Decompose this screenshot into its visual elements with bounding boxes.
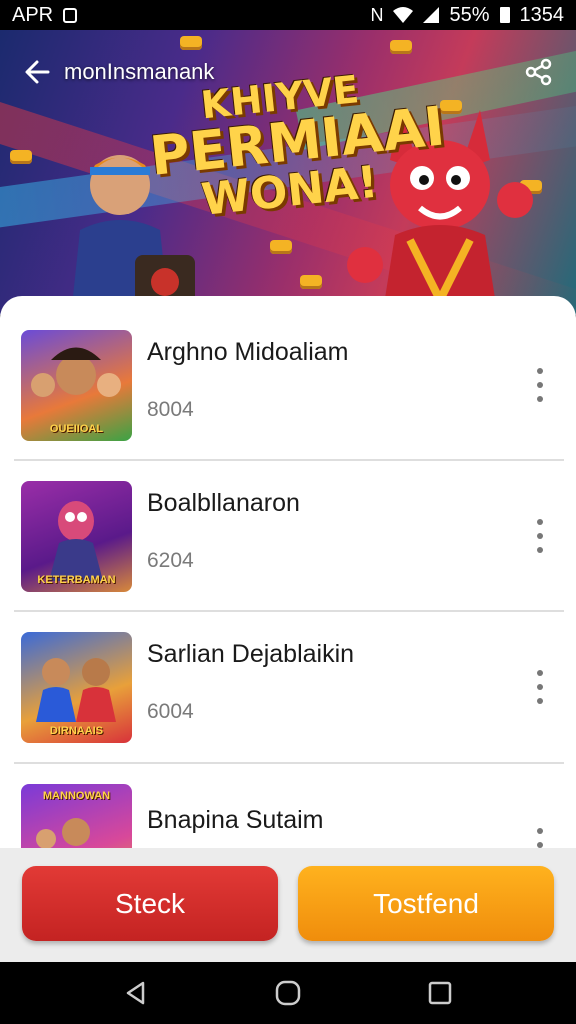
- item-subtitle: 6204: [147, 549, 194, 572]
- thumbnail-caption: MANNOWAN: [42, 790, 111, 802]
- game-list-sheet: OUEIIOAL Arghno Midoaliam 8004 KETERBAMA…: [0, 296, 576, 848]
- status-clock: 1354: [519, 3, 565, 26]
- divider: [14, 610, 564, 612]
- back-triangle-icon: [126, 981, 145, 1005]
- more-options-icon[interactable]: [530, 519, 550, 553]
- system-nav-bar: [0, 962, 576, 1024]
- game-thumbnail: OUEIIOAL: [21, 330, 132, 441]
- more-options-icon[interactable]: [530, 368, 550, 402]
- app-bar-title: monInsmanank: [64, 59, 215, 84]
- item-title: Sarlian Dejablaikin: [147, 640, 355, 668]
- battery-percent: 55%: [449, 3, 490, 26]
- notification-icon: [63, 7, 78, 23]
- app-bar: monInsmanank: [0, 50, 576, 94]
- game-thumbnail: DIRNAAIS: [21, 632, 132, 743]
- game-thumbnail: KETERBAMAN: [21, 481, 132, 592]
- more-options-icon[interactable]: [530, 670, 550, 704]
- thumbnail-caption: DIRNAAIS: [49, 725, 104, 737]
- stock-button[interactable]: Steck: [22, 866, 278, 941]
- recents-icon: [428, 981, 452, 1005]
- thumbnail-caption: KETERBAMAN: [37, 574, 116, 586]
- more-options-icon[interactable]: [530, 828, 550, 848]
- item-subtitle: 8004: [147, 398, 194, 421]
- game-thumbnail: MANNOWAN: [21, 784, 132, 848]
- wifi-icon: [393, 7, 414, 23]
- item-title: Bnapina Sutaim: [147, 806, 324, 834]
- test-button[interactable]: Tostfend: [298, 866, 554, 941]
- nav-home-button[interactable]: [268, 973, 308, 1013]
- item-title: Arghno Midoaliam: [147, 338, 349, 366]
- nav-recents-button[interactable]: [420, 973, 460, 1013]
- thumbnail-caption: OUEIIOAL: [49, 423, 104, 435]
- bottom-action-bar: Steck Tostfend: [0, 848, 576, 962]
- share-icon: [525, 58, 552, 86]
- home-icon: [275, 980, 301, 1006]
- nfc-icon: N: [370, 4, 384, 25]
- item-subtitle: 6004: [147, 700, 194, 723]
- status-bar: APR N 55% 1354: [0, 0, 576, 30]
- share-button[interactable]: [524, 57, 554, 87]
- divider: [14, 762, 564, 764]
- status-time-label: APR: [12, 3, 54, 26]
- back-arrow-icon: [25, 60, 50, 84]
- battery-icon: [499, 7, 510, 23]
- item-title: Boalbllanaron: [147, 489, 300, 517]
- back-button[interactable]: [22, 57, 52, 87]
- signal-icon: [423, 7, 440, 23]
- list-item[interactable]: MANNOWAN Bnapina Sutaim: [0, 784, 576, 848]
- nav-back-button[interactable]: [116, 973, 156, 1013]
- divider: [14, 459, 564, 461]
